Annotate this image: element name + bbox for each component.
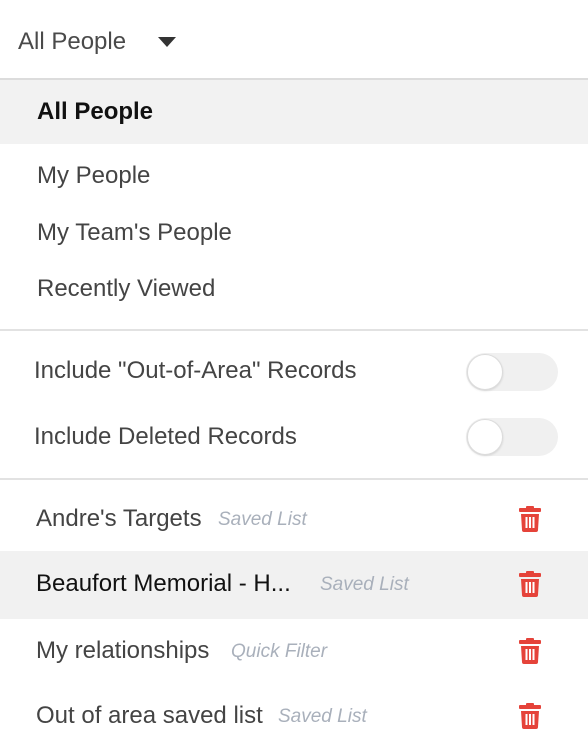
trash-icon[interactable]: [518, 571, 542, 597]
option-all-people[interactable]: All People: [0, 80, 588, 144]
list-type-tag: Saved List: [278, 706, 367, 727]
saved-list-item[interactable]: My relationships Quick Filter: [0, 619, 588, 685]
saved-list-item[interactable]: Beaufort Memorial - H... Saved List: [0, 551, 588, 619]
toggle-row-deleted: Include Deleted Records: [0, 408, 588, 468]
option-label: Recently Viewed: [37, 275, 216, 302]
option-recently-viewed[interactable]: Recently Viewed: [0, 261, 588, 317]
option-my-teams-people[interactable]: My Team's People: [0, 205, 588, 261]
list-name: Beaufort Memorial - H...: [36, 570, 291, 597]
list-type-tag: Saved List: [320, 574, 409, 595]
trash-icon[interactable]: [518, 506, 542, 532]
toggle-row-out-of-area: Include "Out-of-Area" Records: [0, 342, 588, 402]
toggle-knob: [467, 354, 503, 390]
toggle-knob: [467, 419, 503, 455]
saved-list-item[interactable]: Andre's Targets Saved List: [0, 486, 588, 552]
caret-down-icon[interactable]: [158, 37, 176, 47]
people-filter-dropdown[interactable]: All People: [0, 0, 588, 80]
option-label: All People: [37, 98, 154, 125]
option-my-people[interactable]: My People: [0, 148, 588, 204]
toggle-label: Include Deleted Records: [34, 423, 297, 450]
list-name: My relationships: [36, 637, 210, 664]
saved-list-item[interactable]: Out of area saved list Saved List: [0, 685, 588, 751]
trash-icon[interactable]: [518, 703, 542, 729]
option-label: My Team's People: [37, 219, 232, 246]
list-name: Andre's Targets: [36, 505, 202, 532]
list-type-tag: Saved List: [218, 509, 307, 530]
option-label: My People: [37, 162, 151, 189]
list-name: Out of area saved list: [36, 702, 263, 729]
toggle-label: Include "Out-of-Area" Records: [34, 357, 357, 384]
divider: [0, 478, 588, 480]
dropdown-selected-label: All People: [18, 28, 127, 55]
list-type-tag: Quick Filter: [231, 641, 328, 662]
divider: [0, 329, 588, 331]
trash-icon[interactable]: [518, 638, 542, 664]
deleted-records-toggle[interactable]: [466, 418, 558, 456]
out-of-area-toggle[interactable]: [466, 353, 558, 391]
